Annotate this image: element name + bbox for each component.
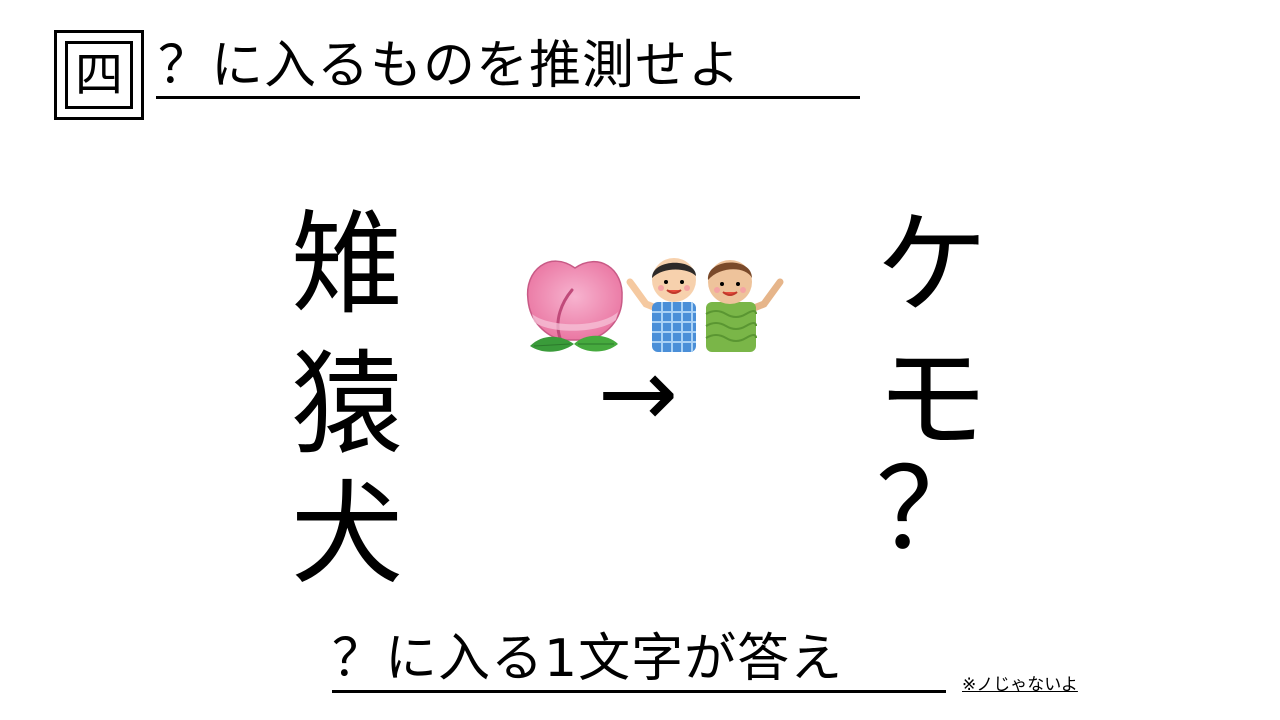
answer-underline: [332, 690, 946, 693]
question-number-box: 四: [54, 30, 144, 120]
question-title: ？に入るものを推測せよ: [158, 36, 742, 96]
arrow-right: →: [597, 337, 679, 449]
kanji-monkey: 猿: [291, 340, 403, 470]
answer-prompt: ？に入る1文字が答え: [332, 629, 844, 689]
kanji-pheasant: 雉: [291, 200, 403, 330]
answer-char-ke: ケ: [876, 200, 988, 330]
kanji-dog: 犬: [291, 470, 403, 600]
title-underline: [156, 96, 860, 99]
hint-note: ※ノじゃないよ: [962, 675, 1078, 695]
question-number: 四: [65, 41, 133, 109]
answer-char-question: ？: [876, 445, 988, 575]
